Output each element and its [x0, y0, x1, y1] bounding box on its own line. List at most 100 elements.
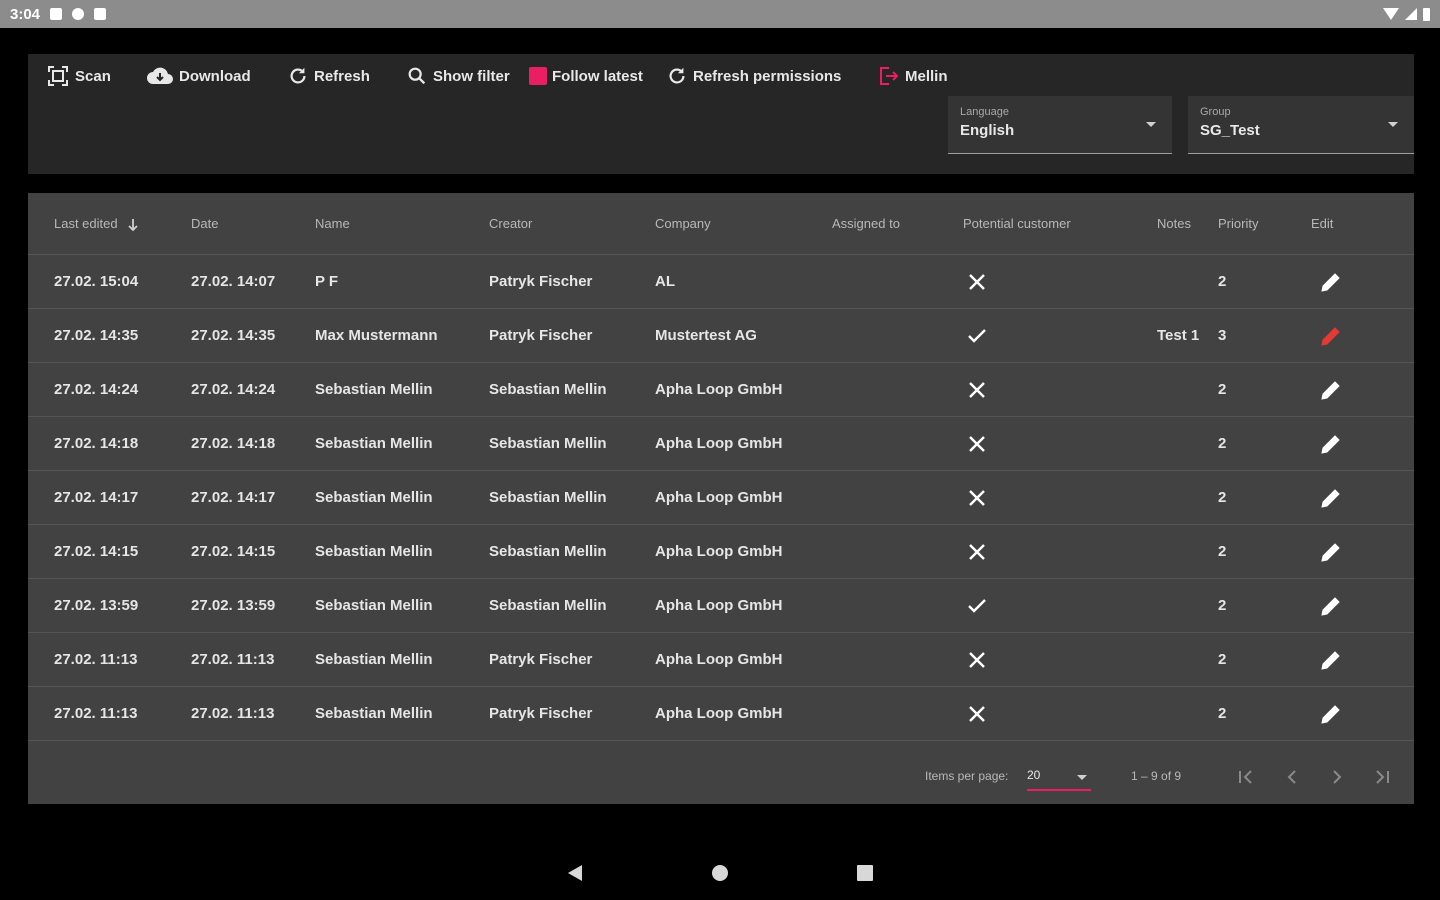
- download-label: Download: [179, 67, 251, 85]
- chevron-down-icon: [1077, 775, 1087, 780]
- cell-name: Max Mustermann: [315, 327, 438, 344]
- recents-icon: [857, 865, 873, 881]
- edit-button[interactable]: [1319, 594, 1343, 623]
- follow-latest-toggle[interactable]: Follow latest: [529, 54, 643, 98]
- scan-icon: [48, 66, 68, 86]
- cell-creator: Patryk Fischer: [489, 327, 593, 344]
- table-row[interactable]: 27.02. 14:24 27.02. 14:24 Sebastian Mellin…: [28, 363, 1414, 417]
- table-row[interactable]: 27.02. 14:17 27.02. 14:17 Sebastian Mellin…: [28, 471, 1414, 525]
- items-per-page-select[interactable]: 20: [1027, 761, 1091, 791]
- cell-name: Sebastian Mellin: [315, 381, 433, 398]
- logout-button[interactable]: Mellin: [876, 54, 948, 98]
- edit-button[interactable]: [1319, 648, 1343, 677]
- cell-last-edited: 27.02. 14:15: [54, 543, 139, 560]
- group-label: Group: [1200, 106, 1231, 118]
- table-row[interactable]: 27.02. 11:13 27.02. 11:13 Sebastian Mellin…: [28, 633, 1414, 687]
- cell-date: 27.02. 14:15: [191, 543, 276, 560]
- cell-potential-customer: [966, 633, 988, 687]
- cell-priority: 2: [1218, 273, 1227, 290]
- last-page-button[interactable]: [1370, 765, 1394, 789]
- edit-button[interactable]: [1319, 540, 1343, 569]
- header-name[interactable]: Name: [315, 193, 350, 255]
- sd-card-icon: [94, 8, 107, 20]
- cell-name: P F: [315, 273, 339, 290]
- cell-company: Apha Loop GmbH: [655, 543, 783, 560]
- cell-name: Sebastian Mellin: [315, 705, 433, 722]
- cell-date: 27.02. 14:35: [191, 327, 276, 344]
- cell-name: Sebastian Mellin: [315, 597, 433, 614]
- page-range: 1 – 9 of 9: [1131, 769, 1182, 783]
- back-button[interactable]: [565, 863, 585, 888]
- language-select[interactable]: Language English: [948, 96, 1172, 154]
- language-label: Language: [960, 106, 1009, 118]
- close-icon: [969, 706, 985, 722]
- header-potential-customer[interactable]: Potential customer: [963, 193, 1071, 255]
- header-last-edited-label: Last edited: [54, 216, 118, 231]
- show-filter-button[interactable]: Show filter: [406, 54, 510, 98]
- refresh-permissions-button[interactable]: Refresh permissions: [666, 54, 841, 98]
- home-button[interactable]: [710, 863, 730, 888]
- cell-company: Mustertest AG: [655, 327, 757, 344]
- follow-latest-checkbox[interactable]: [529, 67, 547, 85]
- edit-button[interactable]: [1319, 702, 1343, 731]
- home-icon: [712, 865, 728, 881]
- cell-date: 27.02. 11:13: [191, 651, 275, 668]
- contacts-table: Last edited Date Name Creator Company As…: [28, 193, 1414, 804]
- next-page-button[interactable]: [1325, 765, 1349, 789]
- cell-last-edited: 27.02. 14:18: [54, 435, 139, 452]
- recents-button[interactable]: [855, 863, 875, 888]
- cell-priority: 2: [1218, 543, 1227, 560]
- cell-priority: 2: [1218, 435, 1227, 452]
- group-value: SG_Test: [1200, 122, 1260, 139]
- cell-last-edited: 27.02. 14:35: [54, 327, 139, 344]
- cell-priority: 2: [1218, 651, 1227, 668]
- cell-company: Apha Loop GmbH: [655, 489, 783, 506]
- scan-label: Scan: [75, 67, 111, 85]
- last-page-icon: [1376, 770, 1389, 784]
- header-priority[interactable]: Priority: [1218, 193, 1258, 255]
- pencil-icon: [1321, 543, 1340, 562]
- edit-button[interactable]: [1319, 324, 1343, 353]
- table-row[interactable]: 27.02. 14:18 27.02. 14:18 Sebastian Mellin…: [28, 417, 1414, 471]
- cell-last-edited: 27.02. 14:24: [54, 381, 139, 398]
- cell-creator: Sebastian Mellin: [489, 543, 607, 560]
- signal-icon: [1405, 8, 1417, 20]
- table-row[interactable]: 27.02. 13:59 27.02. 13:59 Sebastian Mellin…: [28, 579, 1414, 633]
- cell-potential-customer: [966, 309, 988, 363]
- download-button[interactable]: Download: [146, 54, 251, 98]
- table-header: Last edited Date Name Creator Company As…: [28, 193, 1414, 255]
- cell-company: Apha Loop GmbH: [655, 381, 783, 398]
- table-row[interactable]: 27.02. 14:15 27.02. 14:15 Sebastian Mellin…: [28, 525, 1414, 579]
- close-icon: [969, 544, 985, 560]
- first-page-button[interactable]: [1234, 765, 1258, 789]
- edit-button[interactable]: [1319, 486, 1343, 515]
- group-select[interactable]: Group SG_Test: [1188, 96, 1414, 154]
- table-row[interactable]: 27.02. 11:13 27.02. 11:13 Sebastian Mellin…: [28, 687, 1414, 741]
- header-last-edited[interactable]: Last edited: [54, 193, 139, 255]
- cell-name: Sebastian Mellin: [315, 489, 433, 506]
- edit-button[interactable]: [1319, 270, 1343, 299]
- cell-potential-customer: [966, 579, 988, 633]
- scan-button[interactable]: Scan: [46, 54, 111, 98]
- pencil-icon: [1321, 435, 1340, 454]
- chevron-down-icon: [1388, 122, 1398, 127]
- items-per-page-label: Items per page:: [925, 769, 1009, 783]
- edit-button[interactable]: [1319, 378, 1343, 407]
- items-per-page-value: 20: [1027, 768, 1041, 782]
- header-notes[interactable]: Notes: [1157, 193, 1191, 255]
- cell-priority: 2: [1218, 489, 1227, 506]
- cell-potential-customer: [966, 363, 988, 417]
- header-company[interactable]: Company: [655, 193, 711, 255]
- edit-button[interactable]: [1319, 432, 1343, 461]
- header-date[interactable]: Date: [191, 193, 218, 255]
- pencil-icon: [1321, 597, 1340, 616]
- cell-name: Sebastian Mellin: [315, 651, 433, 668]
- table-row[interactable]: 27.02. 15:04 27.02. 14:07 P F Patryk Fische…: [28, 255, 1414, 309]
- header-assigned-to[interactable]: Assigned to: [832, 193, 900, 255]
- refresh-button[interactable]: Refresh: [287, 54, 370, 98]
- check-icon: [968, 329, 986, 343]
- header-creator[interactable]: Creator: [489, 193, 532, 255]
- prev-page-button[interactable]: [1280, 765, 1304, 789]
- table-row[interactable]: 27.02. 14:35 27.02. 14:35 Max Mustermann Pa…: [28, 309, 1414, 363]
- pencil-icon: [1321, 651, 1340, 670]
